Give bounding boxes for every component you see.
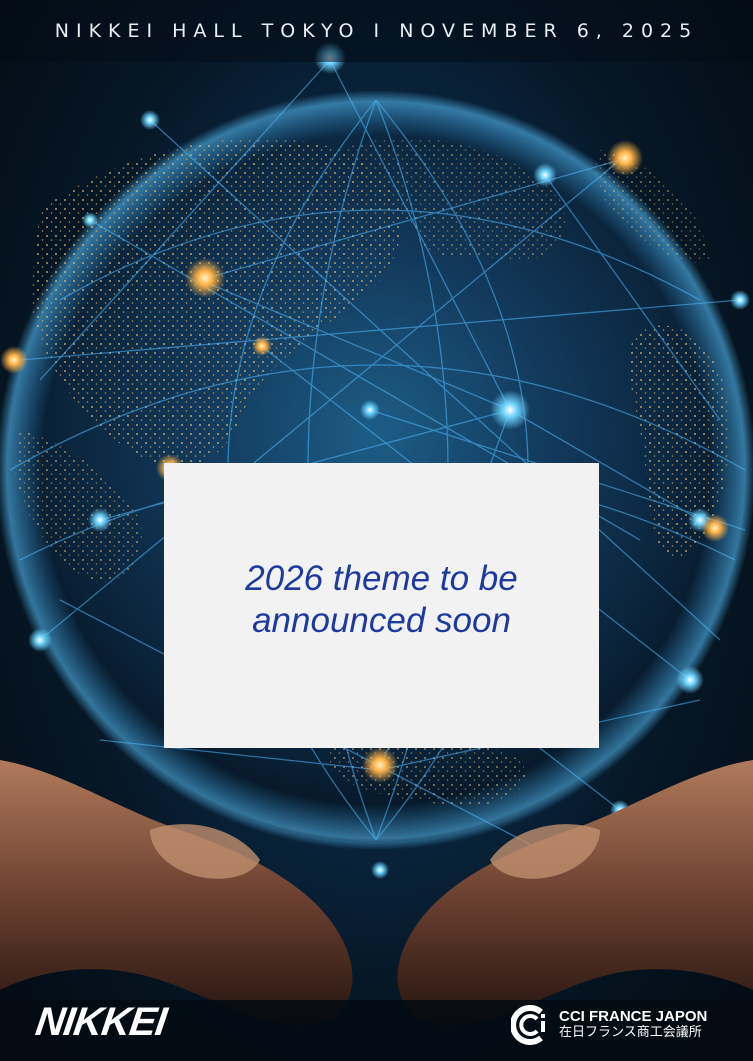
event-poster: NIKKEI HALL TOKYO I NOVEMBER 6, 2025 202… — [0, 0, 753, 1061]
cci-text-block: CCI FRANCE JAPON 在日フランス商工会議所 — [559, 1009, 707, 1041]
cci-name: CCI FRANCE JAPON — [559, 1008, 708, 1025]
cci-japanese-name: 在日フランス商工会議所 — [559, 1025, 702, 1040]
event-header: NIKKEI HALL TOKYO I NOVEMBER 6, 2025 — [54, 20, 699, 42]
cci-france-japon-logo: CCI FRANCE JAPON 在日フランス商工会議所 — [511, 1004, 707, 1046]
theme-announcement-box: 2026 theme to be announced soon — [164, 463, 599, 748]
nikkei-logo: NIKKEI — [32, 1000, 169, 1044]
theme-announcement-text: 2026 theme to be announced soon — [245, 558, 518, 640]
cci-emblem-icon — [511, 1005, 545, 1045]
